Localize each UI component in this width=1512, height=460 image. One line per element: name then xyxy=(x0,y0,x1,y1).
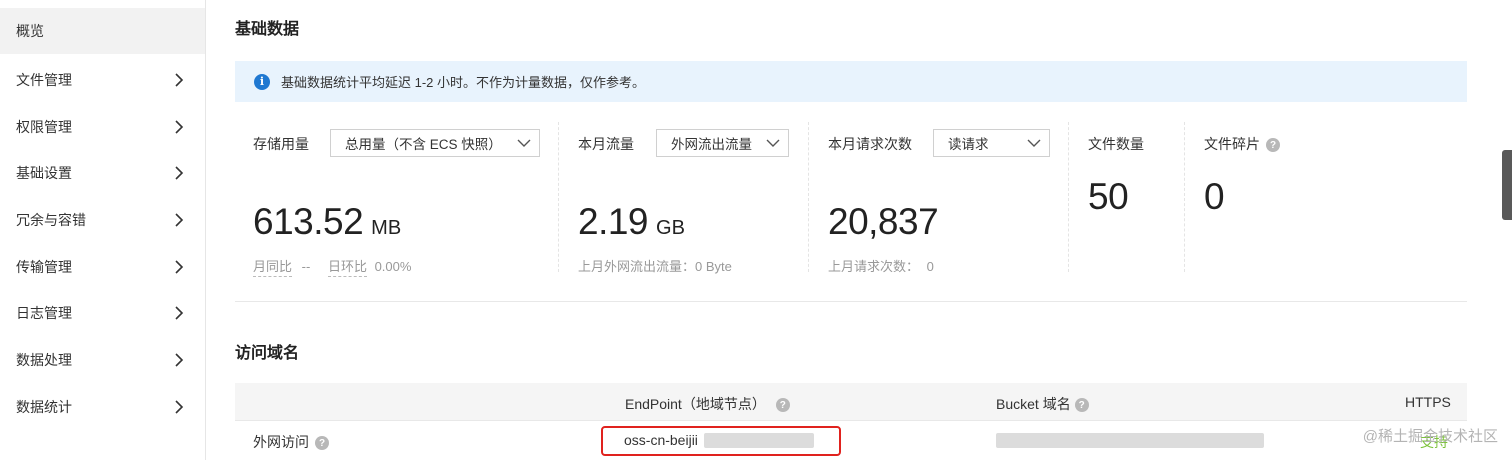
help-icon[interactable]: ? xyxy=(775,398,790,413)
sidebar-item-label: 文件管理 xyxy=(16,72,72,88)
sidebar-item-basic-settings[interactable]: 基础设置 xyxy=(0,150,205,196)
requests-last-month-label: 上月请求次数： xyxy=(828,259,920,274)
storage-compare: 月同比 -- 日环比 0.00% xyxy=(253,256,412,277)
stat-divider xyxy=(1068,122,1069,272)
section-title-access-domain: 访问域名 xyxy=(235,345,300,362)
sidebar-item-label: 数据处理 xyxy=(16,352,72,368)
help-icon[interactable]: ? xyxy=(315,436,329,451)
requests-value: 20,837 xyxy=(828,201,939,242)
chevron-right-icon xyxy=(175,73,184,87)
column-header-bucket-domain: Bucket 域名? xyxy=(996,394,1089,414)
traffic-value: 2.19 GB xyxy=(578,201,685,242)
sidebar-item-label: 权限管理 xyxy=(16,119,72,135)
oss-overview-page: 概览 文件管理 权限管理 基础设置 冗余与容错 传输管理 日志管理 数据处理 数… xyxy=(0,0,1512,460)
notice-banner: i 基础数据统计平均延迟 1-2 小时。不作为计量数据，仅作参考。 xyxy=(235,61,1467,102)
main-content: 基础数据 i 基础数据统计平均延迟 1-2 小时。不作为计量数据，仅作参考。 存… xyxy=(206,0,1496,460)
fragments-label: 文件碎片? xyxy=(1204,134,1280,154)
sidebar-nav: 概览 文件管理 权限管理 基础设置 冗余与容错 传输管理 日志管理 数据处理 数… xyxy=(0,0,206,460)
sidebar-item-data-statistics[interactable]: 数据统计 xyxy=(0,384,205,430)
storage-type-select[interactable]: 总用量（不含 ECS 快照） xyxy=(330,129,540,157)
sidebar-item-overview[interactable]: 概览 xyxy=(0,8,205,54)
storage-label: 存储用量 xyxy=(253,136,309,152)
fragments-value: 0 xyxy=(1204,176,1225,217)
request-select-value: 读请求 xyxy=(948,137,989,152)
chevron-down-icon xyxy=(766,139,780,147)
requests-last-month-value: 0 xyxy=(926,259,934,274)
sidebar-item-transfer-management[interactable]: 传输管理 xyxy=(0,244,205,290)
column-header-https: HTTPS xyxy=(1405,394,1451,410)
sidebar-item-permission-management[interactable]: 权限管理 xyxy=(0,104,205,150)
requests-last-month: 上月请求次数： 0 xyxy=(828,256,934,275)
request-type-select[interactable]: 读请求 xyxy=(933,129,1050,157)
sidebar-item-file-management[interactable]: 文件管理 xyxy=(0,57,205,103)
storage-value: 613.52 MB xyxy=(253,201,402,242)
column-header-endpoint: EndPoint（地域节点）? xyxy=(625,394,790,414)
storage-unit: MB xyxy=(371,217,402,239)
info-icon: i xyxy=(254,73,270,90)
chevron-down-icon xyxy=(1027,139,1041,147)
traffic-last-month: 上月外网流出流量：0 Byte xyxy=(578,259,732,274)
sidebar-item-log-management[interactable]: 日志管理 xyxy=(0,290,205,336)
chevron-right-icon xyxy=(175,306,184,320)
notice-text: 基础数据统计平均延迟 1-2 小时。不作为计量数据，仅作参考。 xyxy=(281,75,646,90)
traffic-select-value: 外网流出流量 xyxy=(671,137,752,152)
sidebar-item-label: 数据统计 xyxy=(16,399,72,415)
stat-divider xyxy=(558,122,559,272)
chevron-right-icon xyxy=(175,120,184,134)
stat-divider xyxy=(1184,122,1185,272)
file-count-label: 文件数量 xyxy=(1088,136,1144,152)
chevron-right-icon xyxy=(175,260,184,274)
redacted-bucket-domain xyxy=(996,433,1264,448)
chevron-down-icon xyxy=(517,139,531,147)
section-title-basic-data: 基础数据 xyxy=(235,21,300,38)
file-count-value: 50 xyxy=(1088,176,1129,217)
traffic-label: 本月流量 xyxy=(578,136,634,152)
sidebar-item-label: 日志管理 xyxy=(16,305,72,321)
sidebar-item-redundancy[interactable]: 冗余与容错 xyxy=(0,197,205,243)
help-icon[interactable]: ? xyxy=(1074,398,1089,413)
sidebar-item-label: 基础设置 xyxy=(16,165,72,181)
sidebar-item-label: 冗余与容错 xyxy=(16,212,86,228)
sidebar-item-label: 传输管理 xyxy=(16,259,72,275)
storage-select-value: 总用量（不含 ECS 快照） xyxy=(345,137,502,152)
stat-divider xyxy=(808,122,809,272)
requests-label: 本月请求次数 xyxy=(828,136,912,152)
mom-value: 0.00% xyxy=(374,259,412,274)
traffic-type-select[interactable]: 外网流出流量 xyxy=(656,129,789,157)
sidebar-item-label: 概览 xyxy=(16,23,44,39)
side-scroll-handle[interactable] xyxy=(1502,150,1512,220)
watermark: @稀土掘金技术社区 xyxy=(1362,428,1498,445)
mom-label[interactable]: 日环比 xyxy=(327,259,367,277)
chevron-right-icon xyxy=(175,400,184,414)
row-label-internet-access: 外网访问? xyxy=(253,432,329,452)
chevron-right-icon xyxy=(175,213,184,227)
traffic-unit: GB xyxy=(656,217,685,239)
yoy-label[interactable]: 月同比 xyxy=(253,259,293,277)
chevron-right-icon xyxy=(175,353,184,367)
yoy-value: -- xyxy=(301,259,311,274)
help-icon[interactable]: ? xyxy=(1266,138,1280,153)
sidebar-item-data-processing[interactable]: 数据处理 xyxy=(0,337,205,383)
section-divider xyxy=(235,301,1467,302)
domain-table-header: EndPoint（地域节点）? Bucket 域名? HTTPS xyxy=(235,383,1467,421)
endpoint-highlight-box xyxy=(601,426,841,456)
chevron-right-icon xyxy=(175,166,184,180)
